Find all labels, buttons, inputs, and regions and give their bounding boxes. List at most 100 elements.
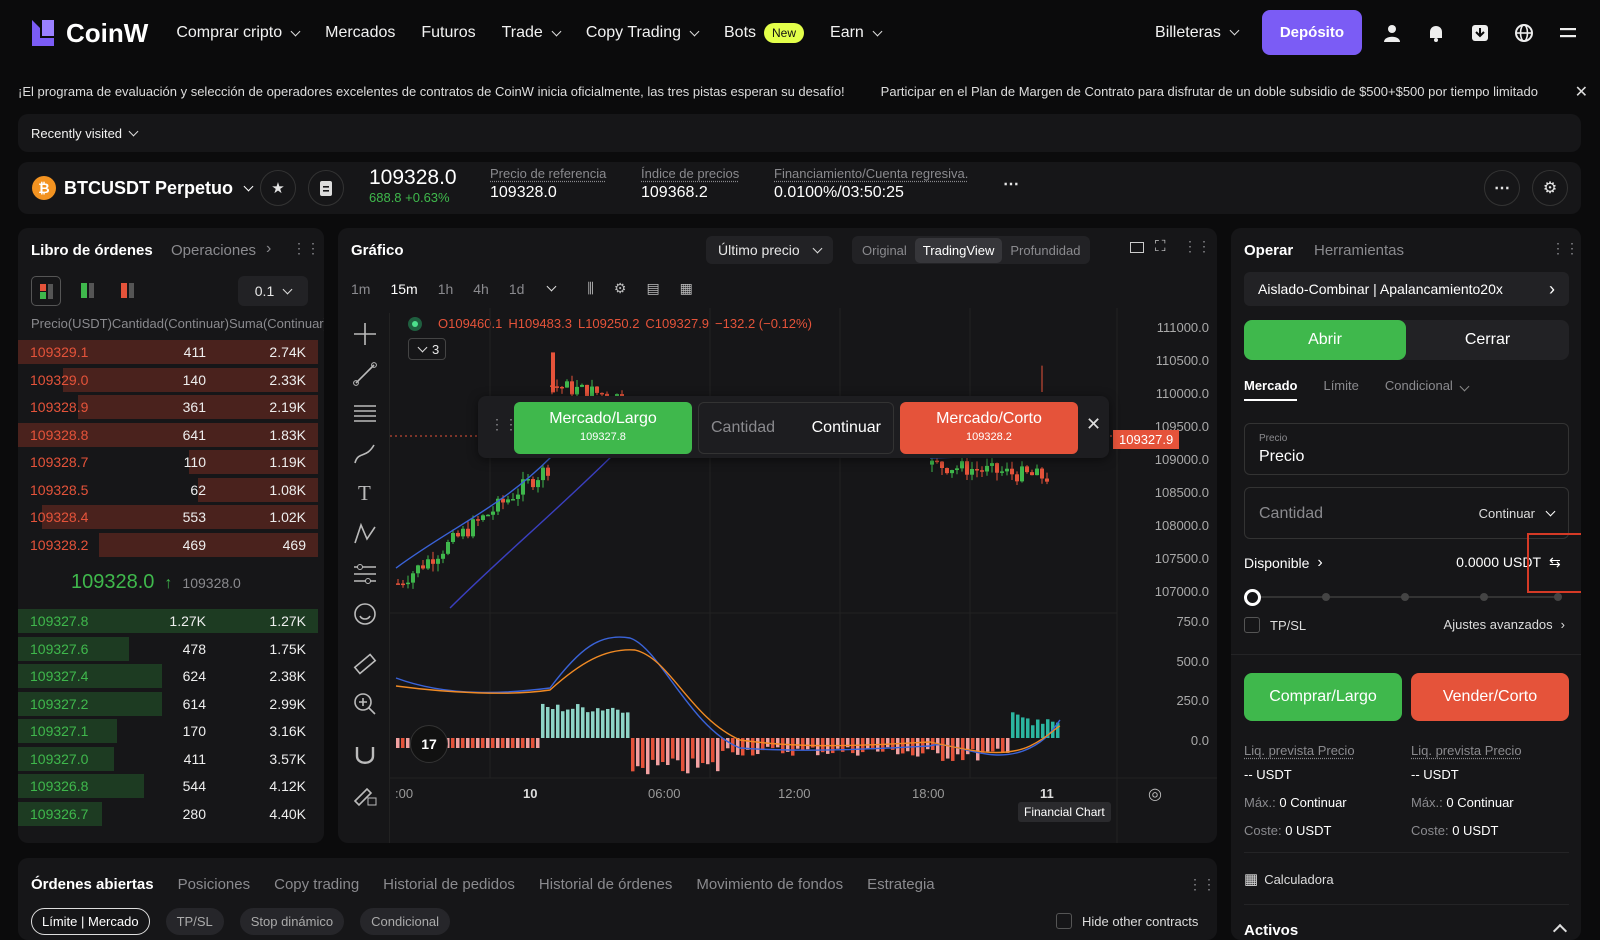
funding-label[interactable]: Financiamiento/Cuenta regresiva. [774, 166, 968, 181]
settings-gear-icon[interactable]: ⚙ [1532, 170, 1568, 206]
bid-row[interactable]: 109327.1 170 3.16K [18, 718, 318, 744]
interval-15m[interactable]: 15m [390, 281, 417, 297]
order-filter-pill[interactable]: Condicional [360, 908, 451, 935]
zoom-in-icon[interactable] [352, 691, 378, 717]
open-tab[interactable]: Abrir [1244, 320, 1406, 360]
nav-bots[interactable]: Bots New [724, 23, 805, 43]
candle-type-icon[interactable]: ⫼ [587, 280, 593, 297]
emoji-icon[interactable] [352, 601, 378, 627]
tab-operar[interactable]: Operar [1244, 242, 1293, 259]
ruler-icon[interactable] [352, 651, 378, 677]
market-short-button[interactable]: Mercado/Corto 109328.2 [900, 402, 1078, 454]
available-label-row[interactable]: Disponible › [1244, 554, 1323, 572]
lock-drawing-icon[interactable] [352, 781, 378, 807]
nav-earn[interactable]: Earn [830, 24, 883, 42]
magnet-icon[interactable] [352, 741, 378, 767]
sell-short-button[interactable]: Vender/Corto [1411, 673, 1569, 721]
bid-row[interactable]: 109327.2 614 2.99K [18, 691, 318, 717]
orders-tab[interactable]: Estrategia [867, 876, 935, 893]
prediction-icon[interactable] [352, 561, 378, 587]
more-icon[interactable]: ⋯ [1003, 174, 1019, 194]
interval-1d[interactable]: 1d [509, 281, 525, 297]
precision-select[interactable]: 0.1 [238, 276, 308, 306]
bell-icon[interactable] [1422, 19, 1450, 47]
ask-row[interactable]: 109329.1 411 2.74K [18, 339, 318, 365]
buy-liq-label[interactable]: Liq. prevista Precio [1244, 737, 1355, 765]
template-icon[interactable]: ▤ [646, 280, 659, 297]
order-filter-pill[interactable]: Stop dinámico [239, 908, 345, 935]
text-tool-icon[interactable]: T [358, 481, 371, 506]
deposit-button[interactable]: Depósito [1261, 10, 1362, 55]
nav-trade[interactable]: Trade [502, 24, 562, 42]
more-options-icon[interactable]: ⋯ [1484, 170, 1520, 206]
view-asks-icon[interactable] [113, 276, 143, 306]
ask-row[interactable]: 109329.0 140 2.33K [18, 367, 318, 393]
nav-comprar-cripto[interactable]: Comprar cripto [176, 24, 301, 42]
download-icon[interactable] [1466, 19, 1494, 47]
slider-handle[interactable] [1244, 589, 1261, 606]
user-icon[interactable] [1378, 19, 1406, 47]
hide-other-checkbox[interactable] [1056, 913, 1072, 929]
tpsl-checkbox[interactable] [1244, 617, 1260, 633]
sell-liq-label[interactable]: Liq. prevista Precio [1411, 737, 1522, 765]
tab-orderbook[interactable]: Libro de órdenes [31, 242, 153, 259]
trend-line-icon[interactable] [352, 361, 378, 387]
order-type-market[interactable]: Mercado [1244, 378, 1298, 401]
view-bids-icon[interactable] [73, 276, 103, 306]
close-icon[interactable]: ✕ [1086, 414, 1101, 435]
quantity-unit-select[interactable]: Continuar [1479, 506, 1556, 521]
close-icon[interactable]: ✕ [1564, 82, 1588, 102]
drag-handle-icon[interactable]: ⋮⋮ [1188, 876, 1216, 893]
announcement-1[interactable]: ¡El programa de evaluación y selección d… [18, 84, 845, 99]
calendar-icon[interactable]: ▦ [680, 280, 693, 297]
quick-qty-field[interactable]: Cantidad Continuar [698, 402, 894, 454]
orders-tab[interactable]: Movimiento de fondos [696, 876, 843, 893]
reference-price-label[interactable]: Precio de referencia [490, 166, 606, 181]
bid-row[interactable]: 109326.7 280 4.40K [18, 801, 318, 827]
quantity-field[interactable]: Cantidad Continuar [1244, 487, 1569, 539]
order-filter-pill[interactable]: Límite | Mercado [31, 908, 150, 935]
close-tab[interactable]: Cerrar [1406, 320, 1569, 360]
market-long-button[interactable]: Mercado/Largo 109327.8 [514, 402, 692, 454]
ask-row[interactable]: 109328.4 553 1.02K [18, 504, 318, 530]
price-type-select[interactable]: Último precio [706, 236, 833, 264]
view-original[interactable]: Original [854, 238, 915, 263]
order-filter-pill[interactable]: TP/SL [165, 908, 224, 935]
index-price-label[interactable]: Índice de precios [641, 166, 739, 181]
chart-settings-icon[interactable]: ⚙ [614, 280, 627, 297]
ask-row[interactable]: 109328.8 641 1.83K [18, 422, 318, 448]
symbol-selector[interactable]: ₿ BTCUSDT Perpetuo [32, 176, 254, 200]
orders-tab[interactable]: Historial de órdenes [539, 876, 672, 893]
bid-row[interactable]: 109326.8 544 4.12K [18, 773, 318, 799]
interval-4h[interactable]: 4h [473, 281, 489, 297]
ask-row[interactable]: 109328.2 469 469 [18, 532, 318, 558]
view-depth[interactable]: Profundidad [1002, 238, 1088, 263]
orders-tab[interactable]: Posiciones [178, 876, 251, 893]
interval-1m[interactable]: 1m [351, 281, 370, 297]
orders-tab[interactable]: Órdenes abiertas [31, 876, 154, 893]
bid-row[interactable]: 109327.0 411 3.57K [18, 746, 318, 772]
nav-copy-trading[interactable]: Copy Trading [586, 24, 700, 42]
ask-row[interactable]: 109328.5 62 1.08K [18, 477, 318, 503]
price-field[interactable]: Precio Precio [1244, 423, 1569, 475]
brand-logo[interactable]: CoinW [30, 18, 148, 49]
buy-long-button[interactable]: Comprar/Largo [1244, 673, 1402, 721]
pattern-icon[interactable] [352, 521, 378, 547]
tab-herramientas[interactable]: Herramientas [1314, 242, 1404, 259]
view-both-icon[interactable] [31, 276, 61, 306]
nav-mercados[interactable]: Mercados [325, 24, 395, 42]
announcement-2[interactable]: Participar en el Plan de Margen de Contr… [881, 84, 1538, 99]
chevron-right-icon[interactable]: › [266, 240, 271, 258]
price-chart[interactable] [390, 308, 1217, 843]
ask-row[interactable]: 109328.9 361 2.19K [18, 394, 318, 420]
chevron-down-icon[interactable] [546, 281, 557, 292]
drag-handle-icon[interactable]: ⋮⋮ [1183, 238, 1211, 255]
view-tradingview[interactable]: TradingView [914, 237, 1003, 263]
bid-row[interactable]: 109327.8 1.27K 1.27K [18, 608, 318, 634]
recently-visited-label[interactable]: Recently visited [31, 126, 122, 141]
order-type-conditional[interactable]: Condicional [1385, 378, 1470, 401]
drag-handle-icon[interactable]: ⋮⋮ [292, 240, 320, 257]
drag-handle-icon[interactable]: ⋮⋮ [1551, 240, 1579, 257]
tradingview-logo-icon[interactable]: 17 [410, 725, 448, 763]
leverage-slider[interactable] [1244, 589, 1562, 606]
